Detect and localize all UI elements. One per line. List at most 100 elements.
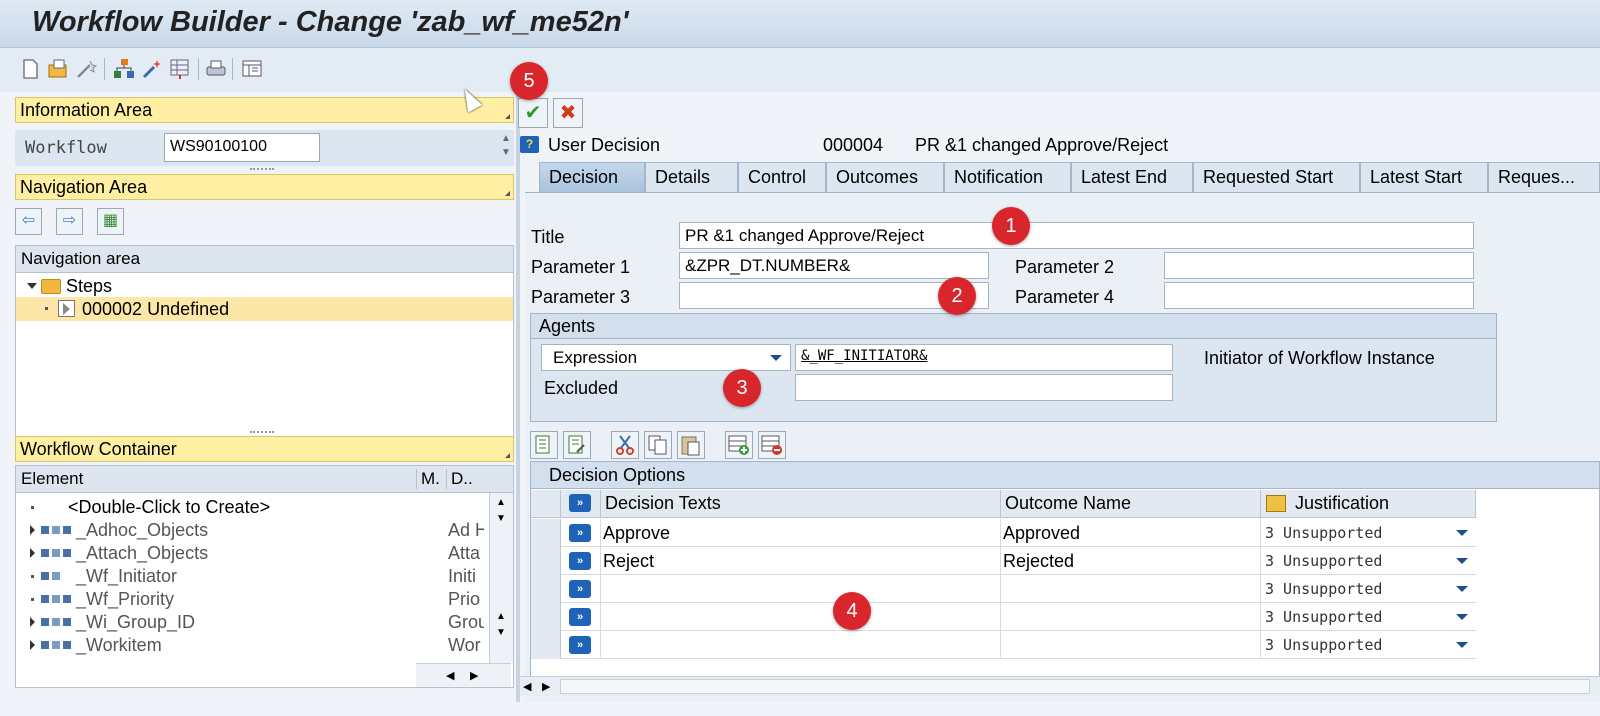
justification-select[interactable]: 3 Unsupported <box>1261 575 1476 603</box>
decision-text-cell[interactable]: Approve <box>601 519 1001 547</box>
tab-requested-start[interactable]: Requested Start <box>1193 162 1360 192</box>
document-icon[interactable]: » <box>569 608 591 626</box>
magic-icon[interactable] <box>140 57 164 81</box>
chevron-down-icon[interactable] <box>1456 558 1468 564</box>
cut-icon[interactable] <box>611 431 639 459</box>
parameter-2-input[interactable] <box>1164 252 1474 279</box>
layout-icon[interactable] <box>240 57 264 81</box>
tab-control[interactable]: Control <box>738 162 826 192</box>
container-row[interactable]: _Attach_Objects Atta <box>16 542 486 565</box>
justification-select[interactable]: 3 Unsupported <box>1261 631 1476 659</box>
accept-check-icon[interactable]: ✔ <box>518 98 548 128</box>
scroll-track[interactable] <box>560 679 1590 694</box>
grid-icon[interactable] <box>168 57 192 81</box>
hierarchy-icon[interactable] <box>112 57 136 81</box>
expand-arrow-icon[interactable] <box>30 617 35 627</box>
col-justification[interactable]: Justification <box>1261 490 1476 518</box>
expand-arrow-icon[interactable] <box>27 283 37 289</box>
expand-arrow-icon[interactable] <box>30 640 35 650</box>
information-area-bar[interactable]: Information Area <box>15 97 514 123</box>
container-row[interactable]: _Wi_Group_ID Grou <box>16 611 486 634</box>
scroll-left-icon[interactable]: ◀ <box>523 680 531 693</box>
chevron-down-icon[interactable] <box>1456 642 1468 648</box>
container-row[interactable]: <Double-Click to Create> <box>16 496 486 519</box>
option-row[interactable]: » 3 Unsupported <box>531 631 1476 659</box>
resize-grip[interactable] <box>250 168 274 172</box>
tab-requested-end[interactable]: Reques... <box>1488 162 1600 192</box>
chevron-down-icon[interactable] <box>1456 614 1468 620</box>
parameter-1-input[interactable]: &ZPR_DT.NUMBER& <box>679 252 989 279</box>
document-icon[interactable]: » <box>569 636 591 654</box>
option-row[interactable]: » Approve Approved 3 Unsupported <box>531 519 1476 547</box>
print-icon[interactable] <box>204 57 228 81</box>
tab-notification[interactable]: Notification <box>944 162 1071 192</box>
outcome-name-cell[interactable] <box>1001 575 1261 603</box>
container-row[interactable]: _Wf_Priority Prio <box>16 588 486 611</box>
outcome-name-cell[interactable]: Rejected <box>1001 547 1261 575</box>
decision-text-cell[interactable] <box>601 631 1001 659</box>
title-input[interactable]: PR &1 changed Approve/Reject <box>679 222 1474 249</box>
chevron-down-icon[interactable] <box>1456 530 1468 536</box>
info-scroll[interactable]: ▲ ▼ <box>500 132 512 164</box>
outcome-name-cell[interactable] <box>1001 603 1261 631</box>
container-row[interactable]: _Adhoc_Objects Ad H <box>16 519 486 542</box>
scroll-down-icon[interactable]: ▼ <box>496 513 506 524</box>
decision-text-cell[interactable]: Reject <box>601 547 1001 575</box>
container-horizontal-scrollbar[interactable]: ◀ ▶ <box>416 663 511 687</box>
chevron-down-icon[interactable] <box>1456 586 1468 592</box>
expand-arrow-icon[interactable] <box>30 548 35 558</box>
option-row[interactable]: » Reject Rejected 3 Unsupported <box>531 547 1476 575</box>
back-arrow-icon[interactable]: ⇦ <box>15 208 42 235</box>
justification-select[interactable]: 3 Unsupported <box>1261 603 1476 631</box>
scroll-up-icon[interactable]: ▲ <box>496 611 506 622</box>
paste-icon[interactable] <box>677 431 705 459</box>
doc-column-header[interactable]: » <box>561 490 601 518</box>
tab-outcomes[interactable]: Outcomes <box>826 162 944 192</box>
scroll-down-icon[interactable]: ▼ <box>496 627 506 638</box>
outcome-name-cell[interactable]: Approved <box>1001 519 1261 547</box>
justification-select[interactable]: 3 Unsupported <box>1261 519 1476 547</box>
new-document-icon[interactable] <box>18 57 42 81</box>
agent-expression-input[interactable]: &_WF_INITIATOR& <box>795 344 1173 371</box>
container-vertical-scrollbar[interactable]: ▲ ▼ ▲ ▼ <box>489 493 513 663</box>
justification-select[interactable]: 3 Unsupported <box>1261 547 1476 575</box>
details-icon[interactable] <box>530 431 558 459</box>
document-icon[interactable]: » <box>569 552 591 570</box>
excluded-input[interactable] <box>795 374 1173 401</box>
cancel-x-icon[interactable]: ✖ <box>553 98 583 128</box>
tree-node-steps[interactable]: Steps <box>16 274 513 298</box>
document-icon[interactable]: » <box>569 524 591 542</box>
wand-icon[interactable] <box>74 57 98 81</box>
bottom-horizontal-scrollbar[interactable]: ◀ ▶ <box>520 676 1600 696</box>
navigation-area-bar[interactable]: Navigation Area <box>15 174 514 200</box>
col-element[interactable]: Element <box>21 469 83 489</box>
parameter-4-input[interactable] <box>1164 282 1474 309</box>
forward-arrow-icon[interactable]: ⇨ <box>56 208 83 235</box>
copy-icon[interactable] <box>644 431 672 459</box>
decision-text-cell[interactable] <box>601 603 1001 631</box>
workflow-container-bar[interactable]: Workflow Container <box>15 436 514 462</box>
container-row[interactable]: _Workitem Wor <box>16 634 486 657</box>
col-d[interactable]: D.. <box>446 469 473 489</box>
document-icon[interactable]: » <box>569 580 591 598</box>
scroll-right-icon[interactable]: ▶ <box>542 680 550 693</box>
workflow-id-field[interactable]: WS90100100 <box>164 133 320 162</box>
scroll-right-icon[interactable]: ▶ <box>470 669 478 682</box>
col-outcome-name[interactable]: Outcome Name <box>1001 490 1261 518</box>
scroll-up-icon[interactable]: ▲ <box>496 497 506 508</box>
decision-text-cell[interactable] <box>601 575 1001 603</box>
tree-node-step[interactable]: 000002 Undefined <box>16 297 513 321</box>
change-icon[interactable] <box>563 431 591 459</box>
open-folder-icon[interactable] <box>46 57 70 81</box>
col-decision-texts[interactable]: Decision Texts <box>601 490 1001 518</box>
col-m[interactable]: M. <box>416 469 440 489</box>
container-row[interactable]: _Wf_Initiator Initi <box>16 565 486 588</box>
delete-row-icon[interactable] <box>758 431 786 459</box>
option-row[interactable]: » 3 Unsupported <box>531 603 1476 631</box>
resize-grip-2[interactable] <box>250 431 274 435</box>
overview-icon[interactable]: ▦ <box>97 208 124 235</box>
scroll-left-icon[interactable]: ◀ <box>446 669 454 682</box>
outcome-name-cell[interactable] <box>1001 631 1261 659</box>
tab-latest-start[interactable]: Latest Start <box>1360 162 1488 192</box>
tab-details[interactable]: Details <box>645 162 738 192</box>
